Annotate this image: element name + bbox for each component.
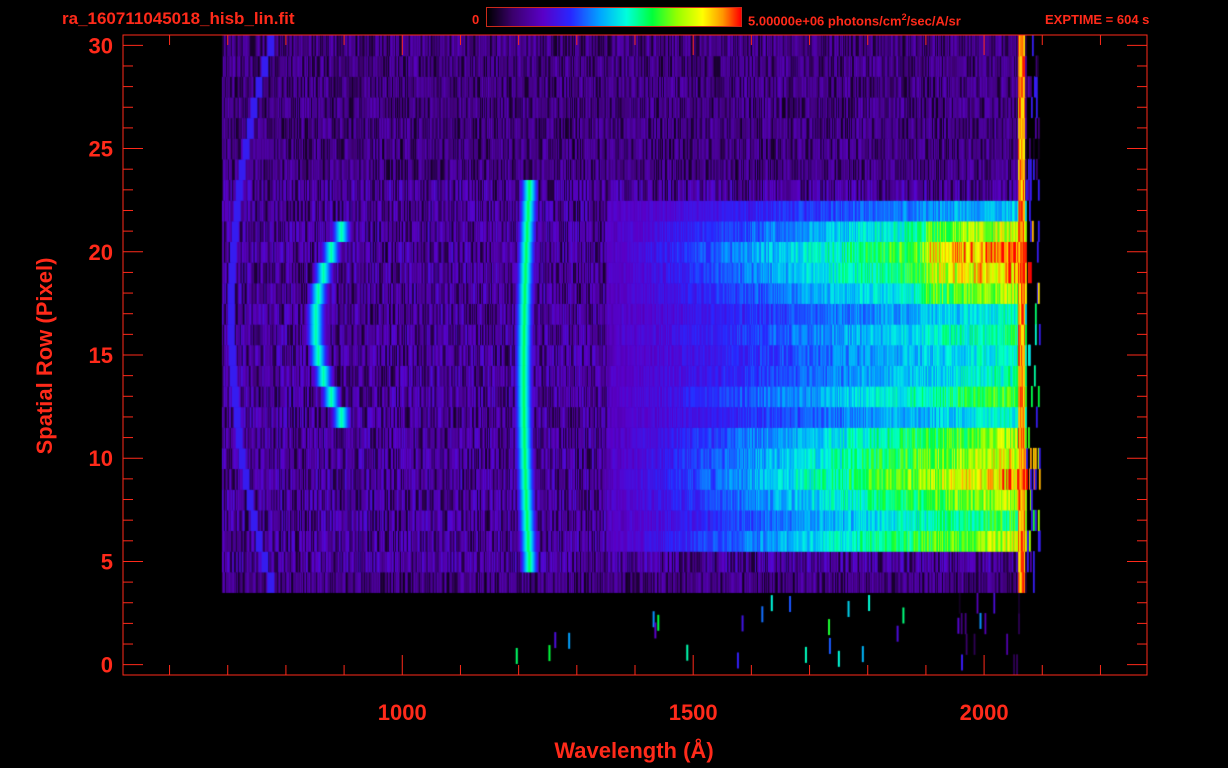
heatmap-image (123, 35, 1147, 675)
y-tick-label: 15 (89, 343, 113, 368)
heatmap-canvas (123, 35, 1147, 675)
y-tick-label: 20 (89, 240, 113, 265)
y-tick-label: 25 (89, 137, 113, 162)
spectrum-plot: 1000 1500 2000051015202530 Wavelength (Å) … (32, 33, 1148, 763)
y-tick-label: 10 (89, 446, 113, 471)
y-tick-label: 0 (101, 653, 113, 678)
y-axis-title: Spatial Row (Pixel) (32, 258, 57, 455)
y-tick-label: 30 (89, 33, 113, 58)
x-tick-label: 1500 (669, 700, 718, 725)
y-tick-label: 5 (101, 549, 113, 574)
x-tick-label: 1000 (378, 700, 427, 725)
x-tick-label: 2000 (960, 700, 1009, 725)
x-axis-title: Wavelength (Å) (554, 737, 713, 763)
